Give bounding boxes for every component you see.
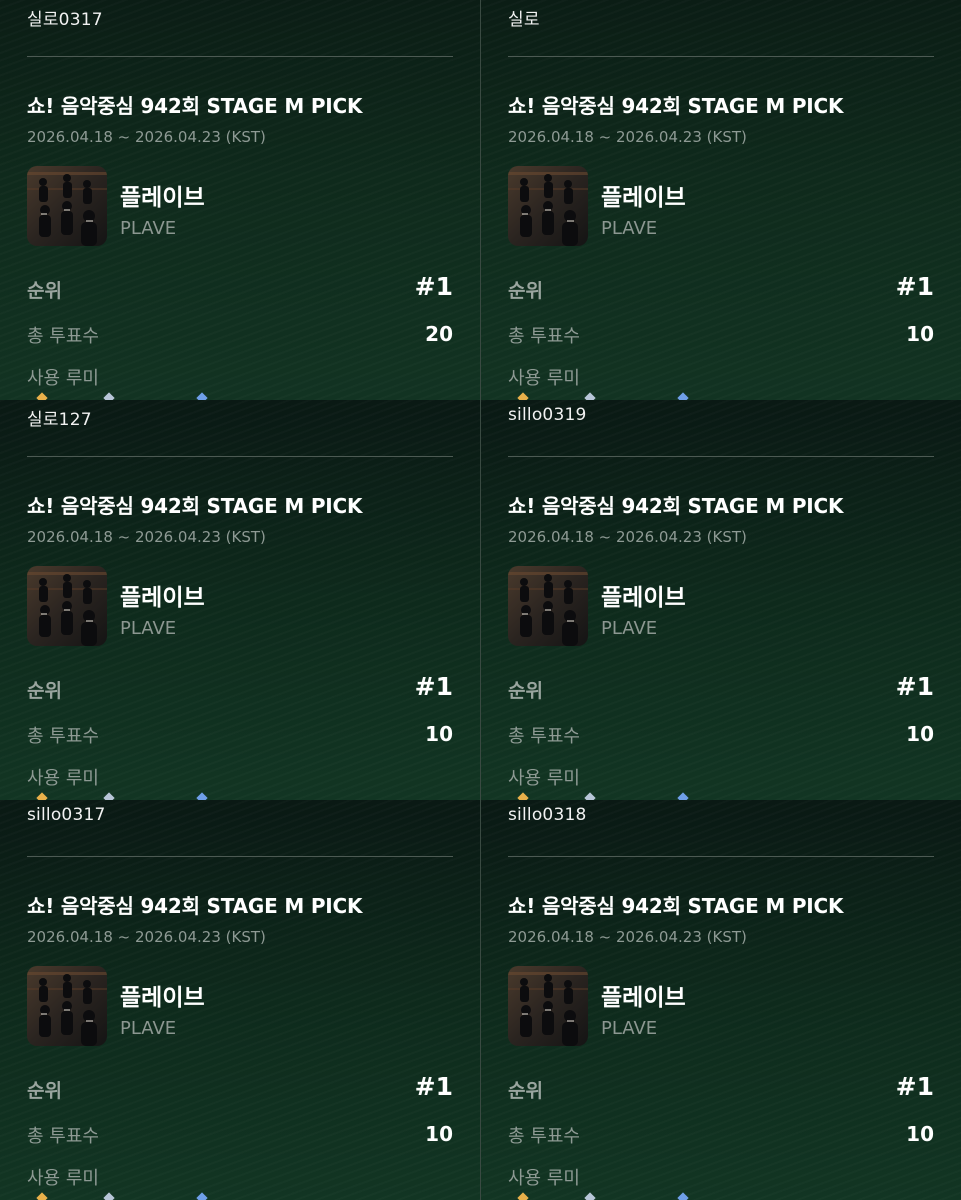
artist-thumbnail: [508, 566, 588, 646]
gold-gem-icon: [517, 392, 529, 400]
rank-label: 순위: [508, 280, 543, 302]
artist-name-ko: 플레이브: [601, 185, 686, 211]
vote-period: 2026.04.18 ~ 2026.04.23 (KST): [27, 528, 266, 546]
votes-label: 총 투표수: [508, 326, 580, 347]
votes-label: 총 투표수: [27, 1126, 99, 1147]
blue-gem-icon: [677, 392, 689, 400]
gold-gem-icon: [36, 792, 48, 800]
votes-value: 10: [906, 722, 934, 746]
vote-result-collage: 실로0317 쇼! 음악중심 942회 STAGE M PICK 2026.04…: [0, 0, 961, 1200]
divider: [27, 456, 453, 457]
vote-card: sillo0318 쇼! 음악중심 942회 STAGE M PICK 2026…: [480, 800, 961, 1200]
event-title: 쇼! 음악중심 942회 STAGE M PICK: [508, 494, 844, 518]
vote-card: 실로 쇼! 음악중심 942회 STAGE M PICK 2026.04.18 …: [480, 0, 961, 400]
artist-name-en: PLAVE: [120, 1018, 177, 1039]
vote-period: 2026.04.18 ~ 2026.04.23 (KST): [508, 528, 747, 546]
votes-value: 10: [425, 722, 453, 746]
artist-name-en: PLAVE: [120, 218, 177, 239]
event-title: 쇼! 음악중심 942회 STAGE M PICK: [508, 894, 844, 918]
vote-card: 실로127 쇼! 음악중심 942회 STAGE M PICK 2026.04.…: [0, 400, 480, 800]
divider: [508, 456, 934, 457]
rank-label: 순위: [27, 680, 62, 702]
artist-name-en: PLAVE: [601, 618, 658, 639]
votes-value: 10: [906, 1122, 934, 1146]
votes-value: 10: [425, 1122, 453, 1146]
vote-card: sillo0317 쇼! 음악중심 942회 STAGE M PICK 2026…: [0, 800, 480, 1200]
artist-thumbnail: [27, 966, 107, 1046]
artist-name-en: PLAVE: [120, 618, 177, 639]
lumi-label: 사용 루미: [508, 1168, 580, 1189]
vote-period: 2026.04.18 ~ 2026.04.23 (KST): [508, 128, 747, 146]
votes-value: 20: [425, 322, 453, 346]
artist-thumbnail: [508, 166, 588, 246]
event-title: 쇼! 음악중심 942회 STAGE M PICK: [27, 894, 363, 918]
artist-name-ko: 플레이브: [120, 585, 205, 611]
gold-gem-icon: [517, 792, 529, 800]
artist-name-en: PLAVE: [601, 1018, 658, 1039]
artist-name-ko: 플레이브: [601, 985, 686, 1011]
rank-label: 순위: [508, 680, 543, 702]
rank-value: #1: [414, 672, 453, 701]
user-id: sillo0319: [508, 405, 587, 425]
votes-label: 총 투표수: [27, 326, 99, 347]
rank-label: 순위: [27, 1080, 62, 1102]
user-id: sillo0318: [508, 805, 587, 825]
vote-period: 2026.04.18 ~ 2026.04.23 (KST): [27, 928, 266, 946]
user-id: 실로127: [27, 410, 92, 430]
blue-gem-icon: [196, 792, 208, 800]
user-id: 실로0317: [27, 10, 103, 30]
vote-card: sillo0319 쇼! 음악중심 942회 STAGE M PICK 2026…: [480, 400, 961, 800]
divider: [508, 56, 934, 57]
rank-value: #1: [895, 672, 934, 701]
votes-label: 총 투표수: [508, 726, 580, 747]
divider: [27, 56, 453, 57]
lumi-label: 사용 루미: [27, 1168, 99, 1189]
gold-gem-icon: [517, 1192, 529, 1200]
silver-gem-icon: [103, 792, 115, 800]
silver-gem-icon: [103, 392, 115, 400]
divider: [27, 856, 453, 857]
votes-label: 총 투표수: [27, 726, 99, 747]
user-id: 실로: [508, 10, 540, 30]
silver-gem-icon: [103, 1192, 115, 1200]
votes-label: 총 투표수: [508, 1126, 580, 1147]
event-title: 쇼! 음악중심 942회 STAGE M PICK: [27, 94, 363, 118]
artist-name-ko: 플레이브: [601, 585, 686, 611]
rank-label: 순위: [508, 1080, 543, 1102]
vote-card: 실로0317 쇼! 음악중심 942회 STAGE M PICK 2026.04…: [0, 0, 480, 400]
lumi-label: 사용 루미: [508, 768, 580, 789]
vote-period: 2026.04.18 ~ 2026.04.23 (KST): [508, 928, 747, 946]
event-title: 쇼! 음악중심 942회 STAGE M PICK: [27, 494, 363, 518]
rank-value: #1: [895, 1072, 934, 1101]
lumi-label: 사용 루미: [27, 368, 99, 389]
rank-label: 순위: [27, 280, 62, 302]
artist-thumbnail: [27, 566, 107, 646]
rank-value: #1: [414, 1072, 453, 1101]
artist-thumbnail: [508, 966, 588, 1046]
silver-gem-icon: [584, 1192, 596, 1200]
rank-value: #1: [895, 272, 934, 301]
artist-name-en: PLAVE: [601, 218, 658, 239]
lumi-label: 사용 루미: [27, 768, 99, 789]
blue-gem-icon: [677, 1192, 689, 1200]
artist-thumbnail: [27, 166, 107, 246]
user-id: sillo0317: [27, 805, 106, 825]
divider: [508, 856, 934, 857]
artist-name-ko: 플레이브: [120, 185, 205, 211]
gold-gem-icon: [36, 392, 48, 400]
silver-gem-icon: [584, 392, 596, 400]
rank-value: #1: [414, 272, 453, 301]
event-title: 쇼! 음악중심 942회 STAGE M PICK: [508, 94, 844, 118]
vote-period: 2026.04.18 ~ 2026.04.23 (KST): [27, 128, 266, 146]
gold-gem-icon: [36, 1192, 48, 1200]
lumi-label: 사용 루미: [508, 368, 580, 389]
blue-gem-icon: [196, 1192, 208, 1200]
silver-gem-icon: [584, 792, 596, 800]
votes-value: 10: [906, 322, 934, 346]
artist-name-ko: 플레이브: [120, 985, 205, 1011]
blue-gem-icon: [677, 792, 689, 800]
blue-gem-icon: [196, 392, 208, 400]
